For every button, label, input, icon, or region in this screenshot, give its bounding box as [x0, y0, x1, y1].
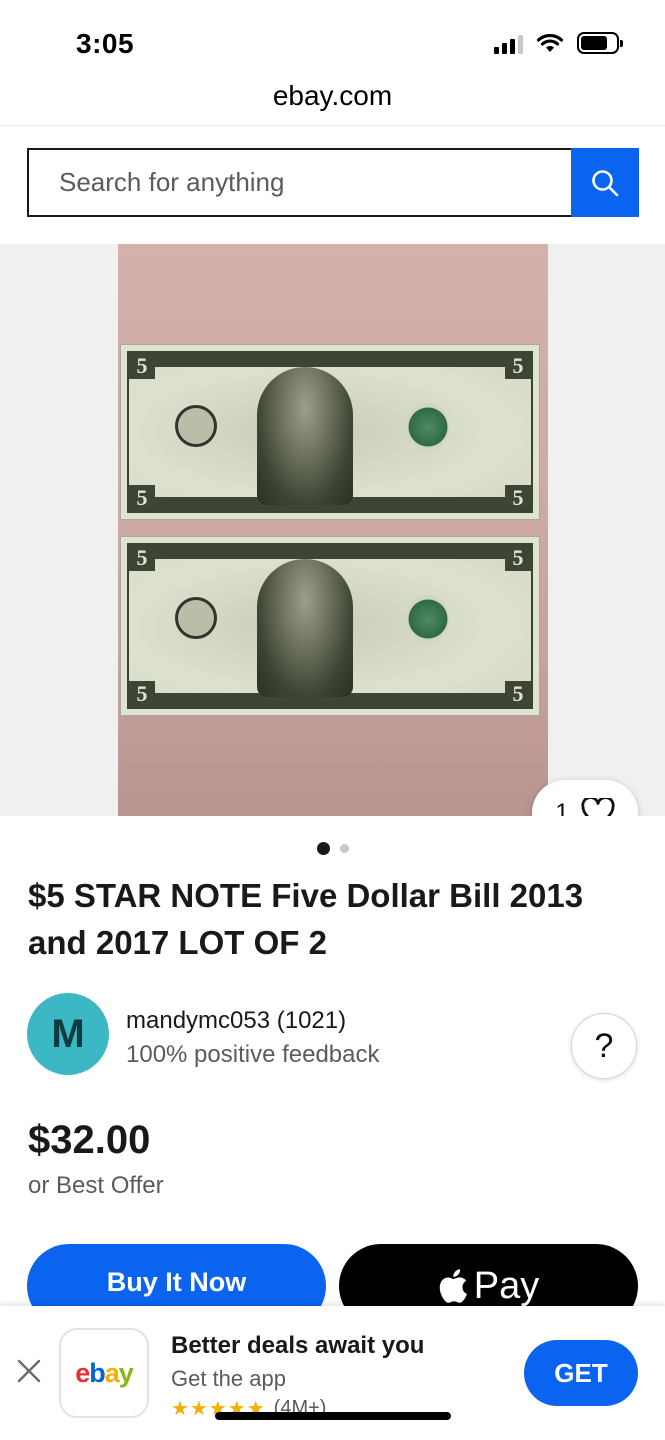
url-text[interactable]: ebay.com: [0, 74, 665, 118]
ebay-app-logo: ebay: [59, 1328, 149, 1418]
search-bar: [27, 148, 639, 217]
browser-url-bar[interactable]: ebay.com: [0, 74, 665, 126]
watch-button[interactable]: 1: [532, 780, 638, 816]
seller-avatar[interactable]: M: [27, 993, 109, 1075]
help-button[interactable]: ?: [571, 1013, 637, 1079]
pagination-dot-active[interactable]: [316, 842, 330, 855]
pagination-dot[interactable]: [339, 844, 349, 853]
image-gallery[interactable]: 55 55 55 55 1: [0, 244, 665, 816]
apple-logo-icon: [439, 1269, 467, 1303]
heart-icon: [581, 798, 615, 816]
close-icon[interactable]: [14, 1356, 44, 1386]
five-dollar-bill-image: 55 55: [120, 344, 540, 520]
seller-info[interactable]: M mandymc053 (1021) 100% positive feedba…: [27, 993, 639, 1079]
watch-count: 1: [555, 799, 569, 816]
banner-subtitle: Get the app: [171, 1366, 286, 1391]
best-offer-label: or Best Offer: [28, 1172, 164, 1199]
gallery-pagination: [0, 842, 665, 855]
banner-title: Better deals await you: [171, 1332, 425, 1359]
listing-photo[interactable]: [118, 244, 548, 816]
listing-title: $5 STAR NOTE Five Dollar Bill 2013 and 2…: [28, 877, 584, 961]
home-indicator: [215, 1412, 451, 1420]
search-icon: [592, 169, 619, 196]
status-bar: 3:05: [0, 0, 665, 74]
status-time: 3:05: [76, 28, 135, 59]
search-button[interactable]: [571, 148, 639, 217]
status-icons: [494, 32, 623, 54]
seller-feedback: 100% positive feedback: [126, 1041, 380, 1068]
get-app-button[interactable]: GET: [524, 1340, 638, 1406]
buy-it-now-label: Buy It Now: [106, 1266, 247, 1297]
seller-name[interactable]: mandymc053 (1021): [126, 1007, 346, 1035]
apple-pay-label: Pay: [473, 1264, 540, 1307]
battery-icon: [577, 32, 623, 54]
five-dollar-bill-image: 55 55: [120, 536, 540, 716]
wifi-icon: [537, 34, 563, 52]
listing-price: $32.00: [28, 1118, 151, 1162]
search-input[interactable]: [27, 148, 571, 217]
cellular-signal-icon: [494, 34, 523, 54]
